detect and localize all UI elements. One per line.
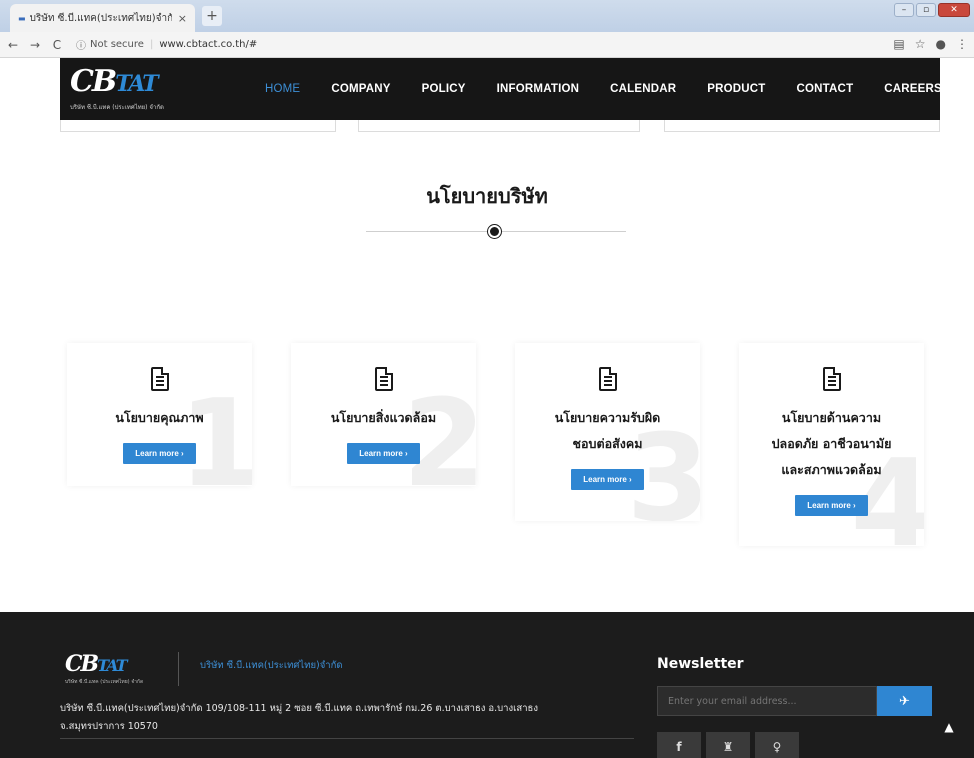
facebook-icon[interactable]: f bbox=[657, 732, 701, 758]
newsletter-title: Newsletter bbox=[657, 656, 744, 672]
logo-subtitle: บริษัท ซี.บี.แทค (ประเทศไทย) จำกัด bbox=[70, 104, 164, 111]
learn-more-button[interactable]: Learn more › bbox=[123, 443, 196, 464]
policy-card-environment: 2 นโยบายสิ่งแวดล้อม Learn more › bbox=[291, 343, 476, 486]
maximize-icon[interactable]: ▫ bbox=[916, 3, 936, 17]
translate-icon[interactable]: ▤ bbox=[893, 37, 904, 51]
main-nav: HOME COMPANY POLICY INFORMATION CALENDAR… bbox=[265, 58, 942, 120]
document-icon bbox=[598, 367, 617, 391]
card-title: นโยบายความรับผิด ชอบต่อสังคม bbox=[554, 410, 661, 451]
previous-card-edge bbox=[60, 120, 336, 132]
nav-careers[interactable]: CAREERS bbox=[884, 83, 942, 95]
youtube-icon[interactable]: ♜ bbox=[706, 732, 750, 758]
document-icon bbox=[822, 367, 841, 391]
send-icon: ✈ bbox=[899, 693, 910, 709]
bookmark-star-icon[interactable]: ☆ bbox=[915, 37, 926, 51]
omnibox[interactable]: ⓘ Not secure | www.cbtact.co.th/# bbox=[76, 37, 257, 52]
address-bar: ← → C ⓘ Not secure | www.cbtact.co.th/# … bbox=[0, 32, 974, 58]
site-footer: CBTAT บริษัท ซี.บี.แทค (ประเทศไทย) จำกัด… bbox=[0, 612, 974, 758]
scroll-to-top-icon[interactable]: ▲ bbox=[940, 718, 958, 736]
browser-actions: ▤ ☆ ● ⋮ bbox=[893, 37, 968, 51]
footer-logo-mark: CBTAT bbox=[65, 651, 128, 677]
window-close-icon[interactable]: ✕ bbox=[938, 3, 970, 17]
new-tab-button[interactable]: + bbox=[202, 6, 222, 26]
policy-card-quality: 1 นโยบายคุณภาพ Learn more › bbox=[67, 343, 252, 486]
footer-address: บริษัท ซี.บี.แทค(ประเทศไทย)จำกัด 109/108… bbox=[60, 703, 538, 732]
nav-company[interactable]: COMPANY bbox=[331, 83, 390, 95]
card-title: นโยบายสิ่งแวดล้อม bbox=[330, 410, 437, 425]
nav-home[interactable]: HOME bbox=[265, 83, 300, 95]
nav-product[interactable]: PRODUCT bbox=[707, 83, 765, 95]
document-icon bbox=[374, 367, 393, 391]
url-text[interactable]: www.cbtact.co.th/# bbox=[159, 39, 257, 50]
browser-tab-bar: ▬ บริษัท ซี.บี.แทค(ประเทศไทย)จำกัด × + –… bbox=[0, 0, 974, 32]
nav-policy[interactable]: POLICY bbox=[422, 83, 466, 95]
security-label: Not secure bbox=[90, 39, 144, 50]
policy-card-safety: 4 นโยบายด้านความ ปลอดภัย อาชีวอนามัย และ… bbox=[739, 343, 924, 546]
newsletter-email-input[interactable] bbox=[657, 686, 877, 716]
footer-logo[interactable]: CBTAT บริษัท ซี.บี.แทค (ประเทศไทย) จำกัด bbox=[65, 652, 155, 686]
nav-information[interactable]: INFORMATION bbox=[497, 83, 579, 95]
learn-more-button[interactable]: Learn more › bbox=[347, 443, 420, 464]
info-icon[interactable]: ⓘ bbox=[76, 37, 86, 52]
menu-icon[interactable]: ⋮ bbox=[956, 37, 968, 51]
footer-company-name: บริษัท ซี.บี.แทค(ประเทศไทย)จำกัด bbox=[200, 660, 343, 671]
profile-icon[interactable]: ● bbox=[936, 37, 946, 51]
forward-icon[interactable]: → bbox=[26, 38, 44, 52]
footer-logo-separator bbox=[178, 652, 179, 686]
footer-divider bbox=[60, 738, 634, 739]
reload-icon[interactable]: C bbox=[48, 38, 66, 52]
learn-more-button[interactable]: Learn more › bbox=[571, 469, 644, 490]
policy-section-title: นโยบายบริษัท bbox=[426, 184, 548, 208]
footer-logo-subtitle: บริษัท ซี.บี.แทค (ประเทศไทย) จำกัด bbox=[65, 679, 144, 685]
tab-title: บริษัท ซี.บี.แทค(ประเทศไทย)จำกัด bbox=[29, 12, 172, 24]
location-icon[interactable]: ♀ bbox=[755, 732, 799, 758]
policy-card-social-responsibility: 3 นโยบายความรับผิด ชอบต่อสังคม Learn mor… bbox=[515, 343, 700, 521]
document-icon bbox=[150, 367, 169, 391]
site-logo[interactable]: CBTAT บริษัท ซี.บี.แทค (ประเทศไทย) จำกัด bbox=[70, 66, 200, 114]
nav-calendar[interactable]: CALENDAR bbox=[610, 83, 676, 95]
logo-mark: CBTAT bbox=[70, 64, 159, 99]
newsletter-submit-button[interactable]: ✈ bbox=[877, 686, 932, 716]
browser-tab[interactable]: ▬ บริษัท ซี.บี.แทค(ประเทศไทย)จำกัด × bbox=[10, 4, 195, 32]
minimize-icon[interactable]: – bbox=[894, 3, 914, 17]
site-header: CBTAT บริษัท ซี.บี.แทค (ประเทศไทย) จำกัด… bbox=[60, 58, 942, 120]
window-controls: – ▫ ✕ bbox=[894, 3, 970, 17]
previous-card-edge bbox=[664, 120, 940, 132]
divider-dot-icon bbox=[488, 225, 501, 238]
favicon-icon: ▬ bbox=[18, 13, 26, 23]
nav-contact[interactable]: CONTACT bbox=[797, 83, 854, 95]
previous-card-edge bbox=[358, 120, 640, 132]
card-title: นโยบายคุณภาพ bbox=[115, 410, 204, 425]
learn-more-button[interactable]: Learn more › bbox=[795, 495, 868, 516]
back-icon[interactable]: ← bbox=[4, 38, 22, 52]
card-title: นโยบายด้านความ ปลอดภัย อาชีวอนามัย และสภ… bbox=[771, 410, 892, 477]
omnibox-separator: | bbox=[149, 39, 154, 50]
close-tab-icon[interactable]: × bbox=[178, 12, 187, 25]
